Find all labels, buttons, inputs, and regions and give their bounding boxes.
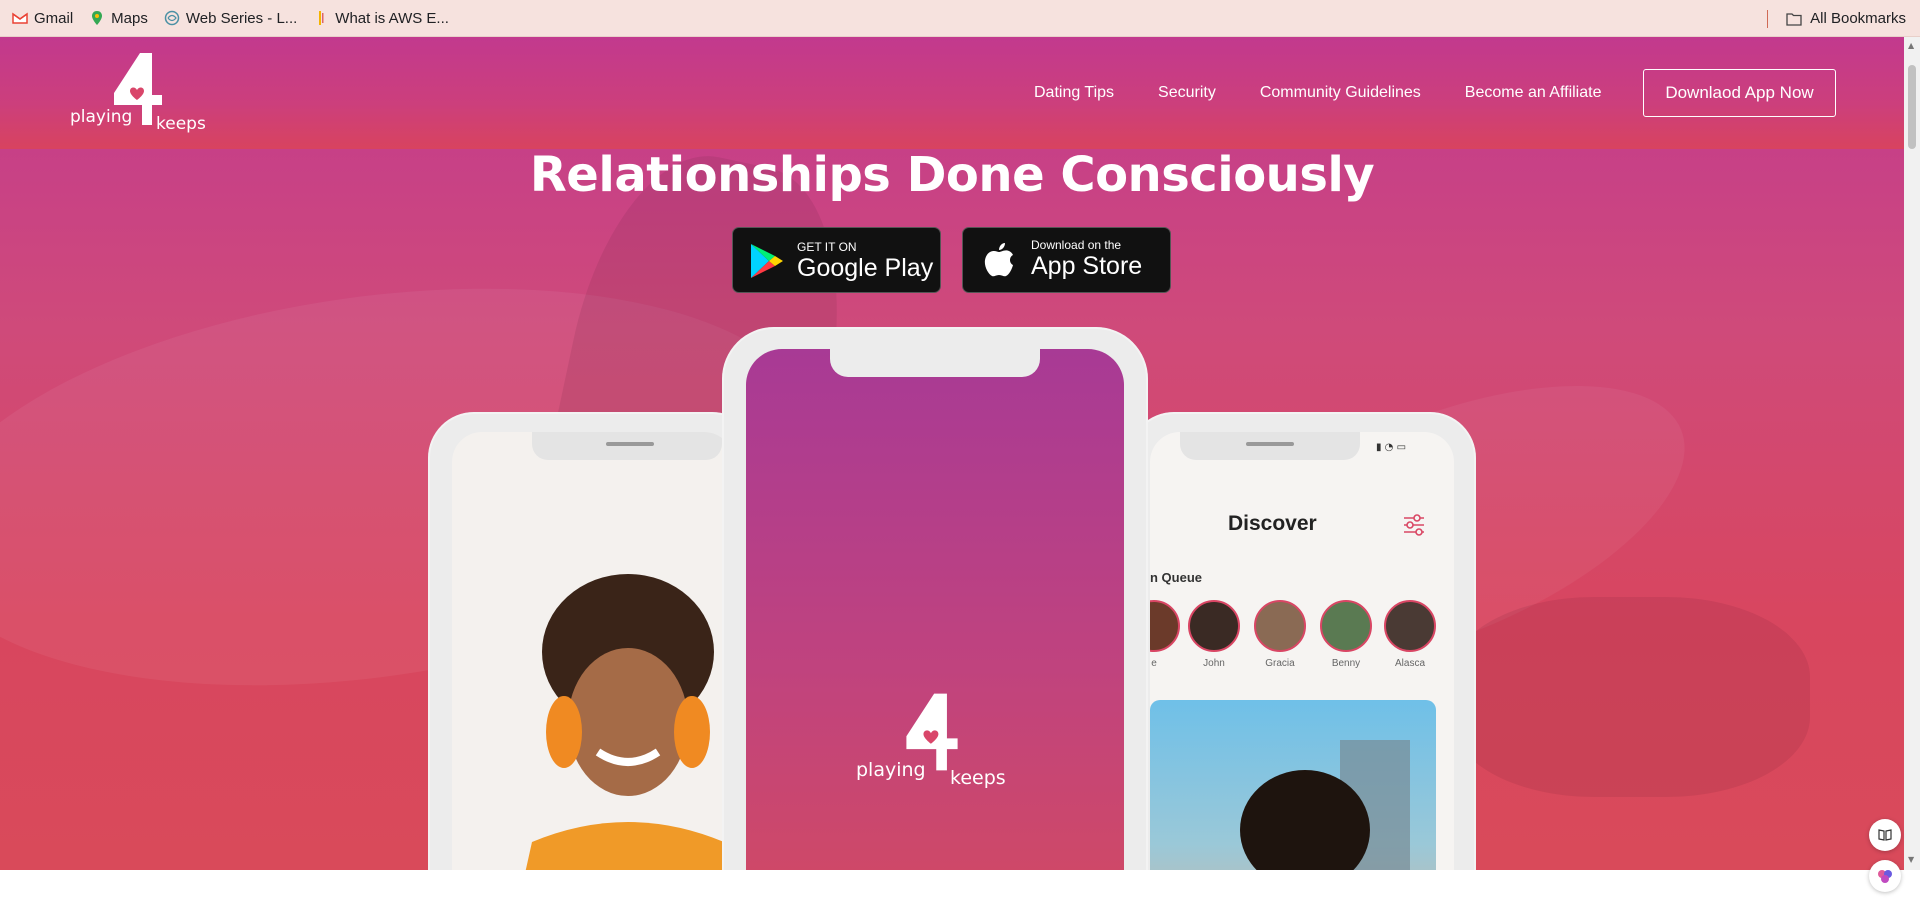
app-logo-text-playing: playing: [856, 759, 926, 781]
google-play-small-text: GET IT ON: [797, 240, 857, 254]
status-icons: ▮ ◔ ▭: [1376, 442, 1407, 453]
bookmarks-divider: [1767, 9, 1769, 28]
phone-speaker: [606, 442, 654, 446]
queue-name: Benny: [1331, 658, 1361, 669]
bookmark-label: What is AWS E...: [335, 9, 449, 27]
bookmarks-bar: Gmail Maps Web Series - L... What is AWS…: [0, 0, 1920, 37]
page-viewport: playing keeps Dating Tips Security Commu…: [0, 37, 1904, 870]
logo-text-playing: playing: [70, 107, 133, 127]
phone-left: [428, 412, 758, 870]
app-store-button[interactable]: Download on the App Store: [962, 227, 1171, 293]
phone-notch: [1180, 432, 1360, 460]
background-shape: [1450, 597, 1810, 797]
apple-icon: [984, 243, 1013, 277]
bookmark-maps[interactable]: Maps: [89, 10, 148, 27]
phone-notch: [532, 432, 722, 460]
hero-title: Relationships Done Consciously: [529, 147, 1375, 203]
phone-center-screen: playing keeps: [746, 349, 1124, 870]
queue-avatar[interactable]: [1150, 600, 1180, 652]
phone-notch: [830, 349, 1040, 377]
bookmark-gmail[interactable]: Gmail: [12, 10, 73, 27]
queue-avatar[interactable]: [1188, 600, 1240, 652]
bookmark-label: Web Series - L...: [185, 9, 298, 27]
main-nav: Dating Tips Security Community Guideline…: [1034, 37, 1645, 149]
queue-avatar[interactable]: [1384, 600, 1436, 652]
discover-title: Discover: [1228, 512, 1317, 535]
bookmark-web-series[interactable]: Web Series - L...: [164, 10, 297, 27]
all-bookmarks-label: All Bookmarks: [1810, 10, 1906, 27]
maps-icon: [92, 11, 103, 25]
folder-icon: [1786, 12, 1802, 26]
phone-right-screen: ▮ ◔ ▭ Discover n Queue e John Gracia Ben…: [1150, 432, 1454, 870]
bookmark-label: Gmail: [34, 9, 74, 27]
app-store-big-text: App Store: [1031, 252, 1143, 280]
queue-name: Alasca: [1394, 658, 1425, 669]
queue-name: John: [1203, 658, 1225, 669]
bookmark-label: Maps: [111, 9, 148, 27]
web-icon: [164, 10, 180, 26]
page-scrollbar[interactable]: ▲ ▼: [1904, 37, 1920, 870]
bookmark-aws[interactable]: What is AWS E...: [313, 10, 449, 27]
google-play-button[interactable]: GET IT ON Google Play: [732, 227, 941, 293]
nav-become-affiliate[interactable]: Become an Affiliate: [1465, 84, 1602, 102]
scroll-up-arrow-icon[interactable]: ▲: [1908, 41, 1914, 50]
all-bookmarks[interactable]: All Bookmarks: [1767, 0, 1906, 37]
app-logo-text-keeps: keeps: [950, 767, 1006, 789]
phone-right: ▮ ◔ ▭ Discover n Queue e John Gracia Ben…: [1128, 412, 1476, 870]
ai-assistant-button[interactable]: [1869, 860, 1901, 892]
download-app-button[interactable]: Downlaod App Now: [1643, 69, 1836, 117]
queue-avatar[interactable]: [1254, 600, 1306, 652]
page-bottom-area: [0, 870, 1904, 902]
scroll-down-arrow-icon[interactable]: ▼: [1908, 855, 1914, 864]
phone-speaker: [1246, 442, 1294, 446]
app-store-small-text: Download on the: [1031, 238, 1122, 252]
person-photo: [525, 574, 728, 870]
gmail-icon: [12, 12, 28, 24]
nav-community-guidelines[interactable]: Community Guidelines: [1260, 84, 1421, 102]
google-play-icon: [751, 244, 783, 278]
queue-avatar[interactable]: [1320, 600, 1372, 652]
scrollbar-thumb[interactable]: [1908, 65, 1916, 149]
nav-security[interactable]: Security: [1158, 84, 1216, 102]
queue-name: e: [1151, 658, 1157, 669]
bookmark-icon: [319, 11, 324, 25]
brain-icon: [1878, 870, 1892, 883]
nav-dating-tips[interactable]: Dating Tips: [1034, 84, 1114, 102]
profile-photo-card[interactable]: [1150, 700, 1436, 870]
site-header: playing keeps Dating Tips Security Commu…: [0, 37, 1904, 149]
logo-text-keeps: keeps: [156, 114, 206, 134]
queue-name: Gracia: [1265, 658, 1295, 669]
site-logo[interactable]: playing keeps: [68, 51, 208, 137]
google-play-big-text: Google Play: [797, 254, 934, 282]
reader-mode-button[interactable]: [1869, 819, 1901, 851]
book-icon: [1878, 829, 1892, 841]
phone-center: playing keeps: [722, 327, 1148, 870]
queue-label: n Queue: [1150, 570, 1203, 585]
filter-icon[interactable]: [1402, 514, 1426, 536]
phone-left-screen: [452, 432, 734, 870]
